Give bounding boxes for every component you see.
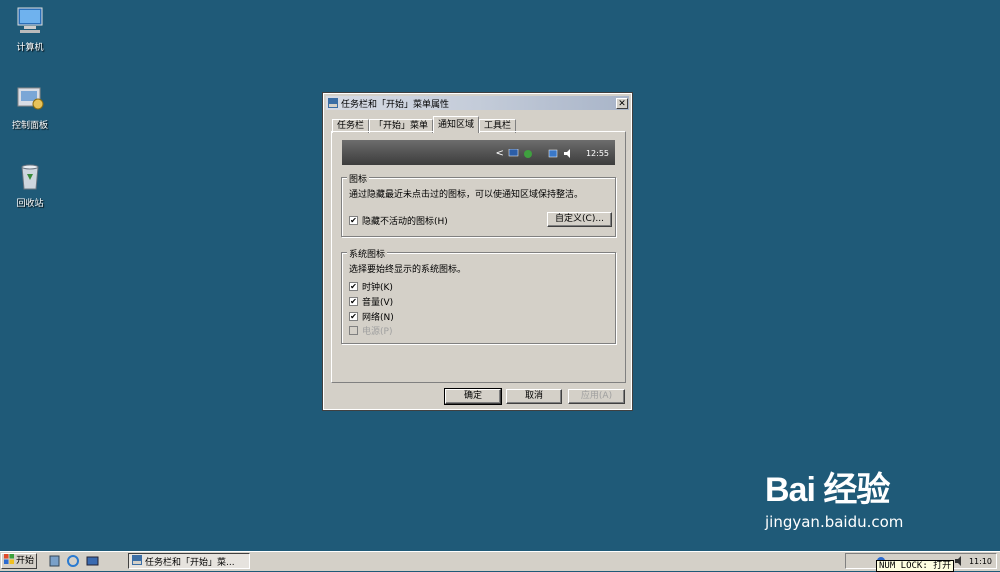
- taskbar-button-properties[interactable]: 任务栏和「开始」菜...: [128, 553, 250, 569]
- hide-inactive-icons-option[interactable]: ✔ 隐藏不活动的图标(H): [349, 214, 448, 227]
- power-checkbox: [349, 326, 358, 335]
- clock-preview: 12:55: [585, 149, 609, 158]
- power-label: 电源(P): [362, 327, 393, 337]
- show-desktop-icon[interactable]: [86, 555, 99, 567]
- system-icons-group: 系统图标 选择要始终显示的系统图标。 ✔ 时钟(K) ✔ 音量(V) ✔ 网络(…: [341, 247, 616, 344]
- taskbar: 开始 任务栏和「开始」菜... 11:10: [0, 551, 1000, 571]
- system-icon-clock-option[interactable]: ✔ 时钟(K): [349, 280, 393, 293]
- shield-icon: [523, 149, 534, 158]
- icons-group-description: 通过隐藏最近未点击过的图标，可以使通知区域保持整洁。: [349, 190, 584, 200]
- watermark-url: jingyan.baidu.com: [765, 513, 904, 531]
- network-label: 网络(N): [362, 313, 394, 323]
- customize-button[interactable]: 自定义(C)...: [547, 212, 612, 227]
- dialog-title: 任务栏和「开始」菜单属性: [341, 99, 450, 110]
- network-checkbox[interactable]: ✔: [349, 312, 358, 321]
- computer-icon: [14, 4, 46, 36]
- tab-strip: 任务栏 「开始」菜单 通知区域 工具栏: [332, 116, 517, 133]
- volume-tray-icon[interactable]: [954, 556, 965, 568]
- speaker-icon: [563, 149, 574, 158]
- system-icons-group-legend: 系统图标: [347, 247, 388, 260]
- desktop-icon-label: 计算机: [16, 43, 44, 53]
- internet-explorer-icon[interactable]: [67, 555, 80, 567]
- quick-launch: [48, 555, 99, 567]
- taskbar-button-label: 任务栏和「开始」菜...: [145, 557, 235, 568]
- icons-group-legend: 图标: [347, 172, 370, 185]
- system-icon-network-option[interactable]: ✔ 网络(N): [349, 310, 394, 323]
- network-icon: [548, 149, 559, 158]
- system-icon-power-option: 电源(P): [349, 324, 392, 337]
- ok-button[interactable]: 确定: [444, 388, 502, 405]
- desktop-icon-control-panel[interactable]: 控制面板: [0, 82, 60, 131]
- server-manager-icon[interactable]: [48, 555, 61, 567]
- baidu-watermark: Bai 经验 jingyan.baidu.com: [765, 462, 903, 531]
- desktop-icon-label: 回收站: [16, 199, 44, 209]
- apply-button: 应用(A): [568, 389, 625, 404]
- start-button[interactable]: 开始: [1, 553, 37, 569]
- desktop-icon-computer[interactable]: 计算机: [0, 4, 60, 53]
- desktop-icon-recycle-bin[interactable]: 回收站: [0, 160, 60, 209]
- taskbar-properties-icon: [132, 554, 142, 568]
- system-icon-volume-option[interactable]: ✔ 音量(V): [349, 295, 393, 308]
- icons-group: 图标 通过隐藏最近未点击过的图标，可以使通知区域保持整洁。 ✔ 隐藏不活动的图标…: [341, 172, 616, 237]
- taskbar-start-menu-properties-dialog: 任务栏和「开始」菜单属性 ✕ 任务栏 「开始」菜单 通知区域 工具栏 < 12:…: [322, 92, 633, 411]
- tab-panel: < 12:55 图标 通过隐藏最近未点击过的图标，可以使通知区域保持整洁。 ✔ …: [331, 131, 626, 383]
- taskbar-properties-icon: [328, 98, 338, 108]
- desktop-icon-label: 控制面板: [11, 121, 48, 131]
- title-bar[interactable]: 任务栏和「开始」菜单属性 ✕: [326, 96, 629, 110]
- control-panel-icon: [14, 82, 46, 114]
- clock[interactable]: 11:10: [969, 557, 992, 566]
- chevron-left-icon: <: [495, 148, 504, 159]
- monitor-icon: [508, 148, 519, 158]
- numlock-tooltip: NUM LOCK: 打开: [876, 560, 955, 572]
- hide-inactive-icons-checkbox[interactable]: ✔: [349, 216, 358, 225]
- notification-area-preview: < 12:55: [342, 140, 615, 165]
- tab-notification-area[interactable]: 通知区域: [433, 116, 480, 133]
- recycle-bin-icon: [14, 160, 46, 192]
- clock-label: 时钟(K): [362, 283, 393, 293]
- clock-checkbox[interactable]: ✔: [349, 282, 358, 291]
- close-button[interactable]: ✕: [616, 97, 628, 109]
- volume-checkbox[interactable]: ✔: [349, 297, 358, 306]
- hide-inactive-icons-label: 隐藏不活动的图标(H): [362, 217, 448, 227]
- watermark-brand: Bai 经验: [765, 471, 890, 509]
- cancel-button[interactable]: 取消: [506, 389, 562, 404]
- start-label: 开始: [16, 556, 35, 566]
- windows-logo-icon: [4, 553, 14, 569]
- volume-label: 音量(V): [362, 298, 394, 308]
- system-icons-description: 选择要始终显示的系统图标。: [349, 265, 467, 275]
